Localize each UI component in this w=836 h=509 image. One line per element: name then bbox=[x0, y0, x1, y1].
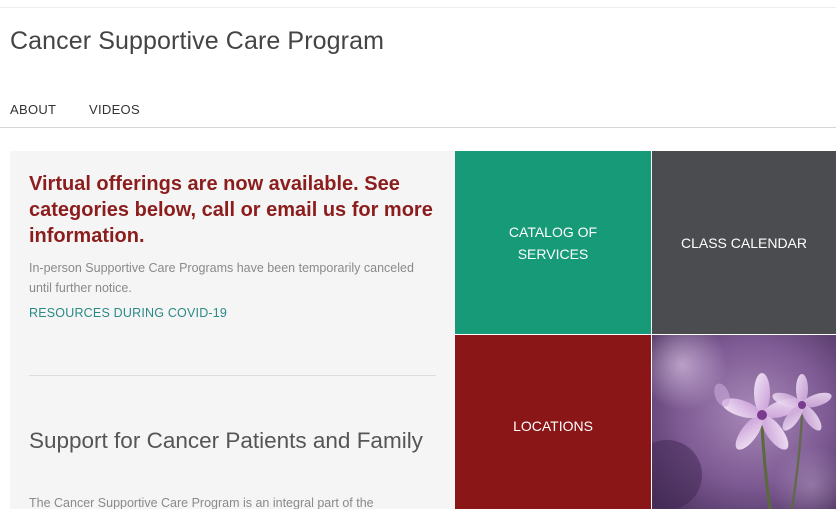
calendar-tile-label: CLASS CALENDAR bbox=[680, 234, 808, 251]
header-top-border bbox=[0, 0, 836, 8]
purple-flower-image bbox=[652, 335, 836, 509]
catalog-tile-label: CATALOG OF SERVICES bbox=[508, 223, 598, 262]
flower-photo-graphic bbox=[652, 335, 836, 509]
covid-resources-link[interactable]: RESOURCES DURING COVID-19 bbox=[29, 306, 227, 320]
nav-item-about[interactable]: ABOUT bbox=[10, 102, 56, 117]
class-calendar-tile[interactable]: CLASS CALENDAR bbox=[652, 151, 836, 334]
in-person-notice-text: In-person Supportive Care Programs have … bbox=[29, 261, 414, 295]
site-title: Cancer Supportive Care Program bbox=[10, 27, 384, 55]
nav-item-videos[interactable]: VIDEOS bbox=[89, 102, 140, 117]
section-nav: ABOUT VIDEOS bbox=[0, 98, 836, 128]
info-panel: Virtual offerings are now available. See… bbox=[10, 151, 455, 509]
locations-tile[interactable]: LOCATIONS bbox=[455, 335, 651, 509]
virtual-offerings-headline: Virtual offerings are now available. See… bbox=[29, 173, 433, 247]
support-body-text: The Cancer Supportive Care Program is an… bbox=[29, 496, 374, 509]
section-divider bbox=[29, 375, 436, 376]
catalog-of-services-tile[interactable]: CATALOG OF SERVICES bbox=[455, 151, 651, 334]
support-heading: Support for Cancer Patients and Family bbox=[29, 428, 423, 453]
locations-tile-label: LOCATIONS bbox=[513, 418, 593, 434]
